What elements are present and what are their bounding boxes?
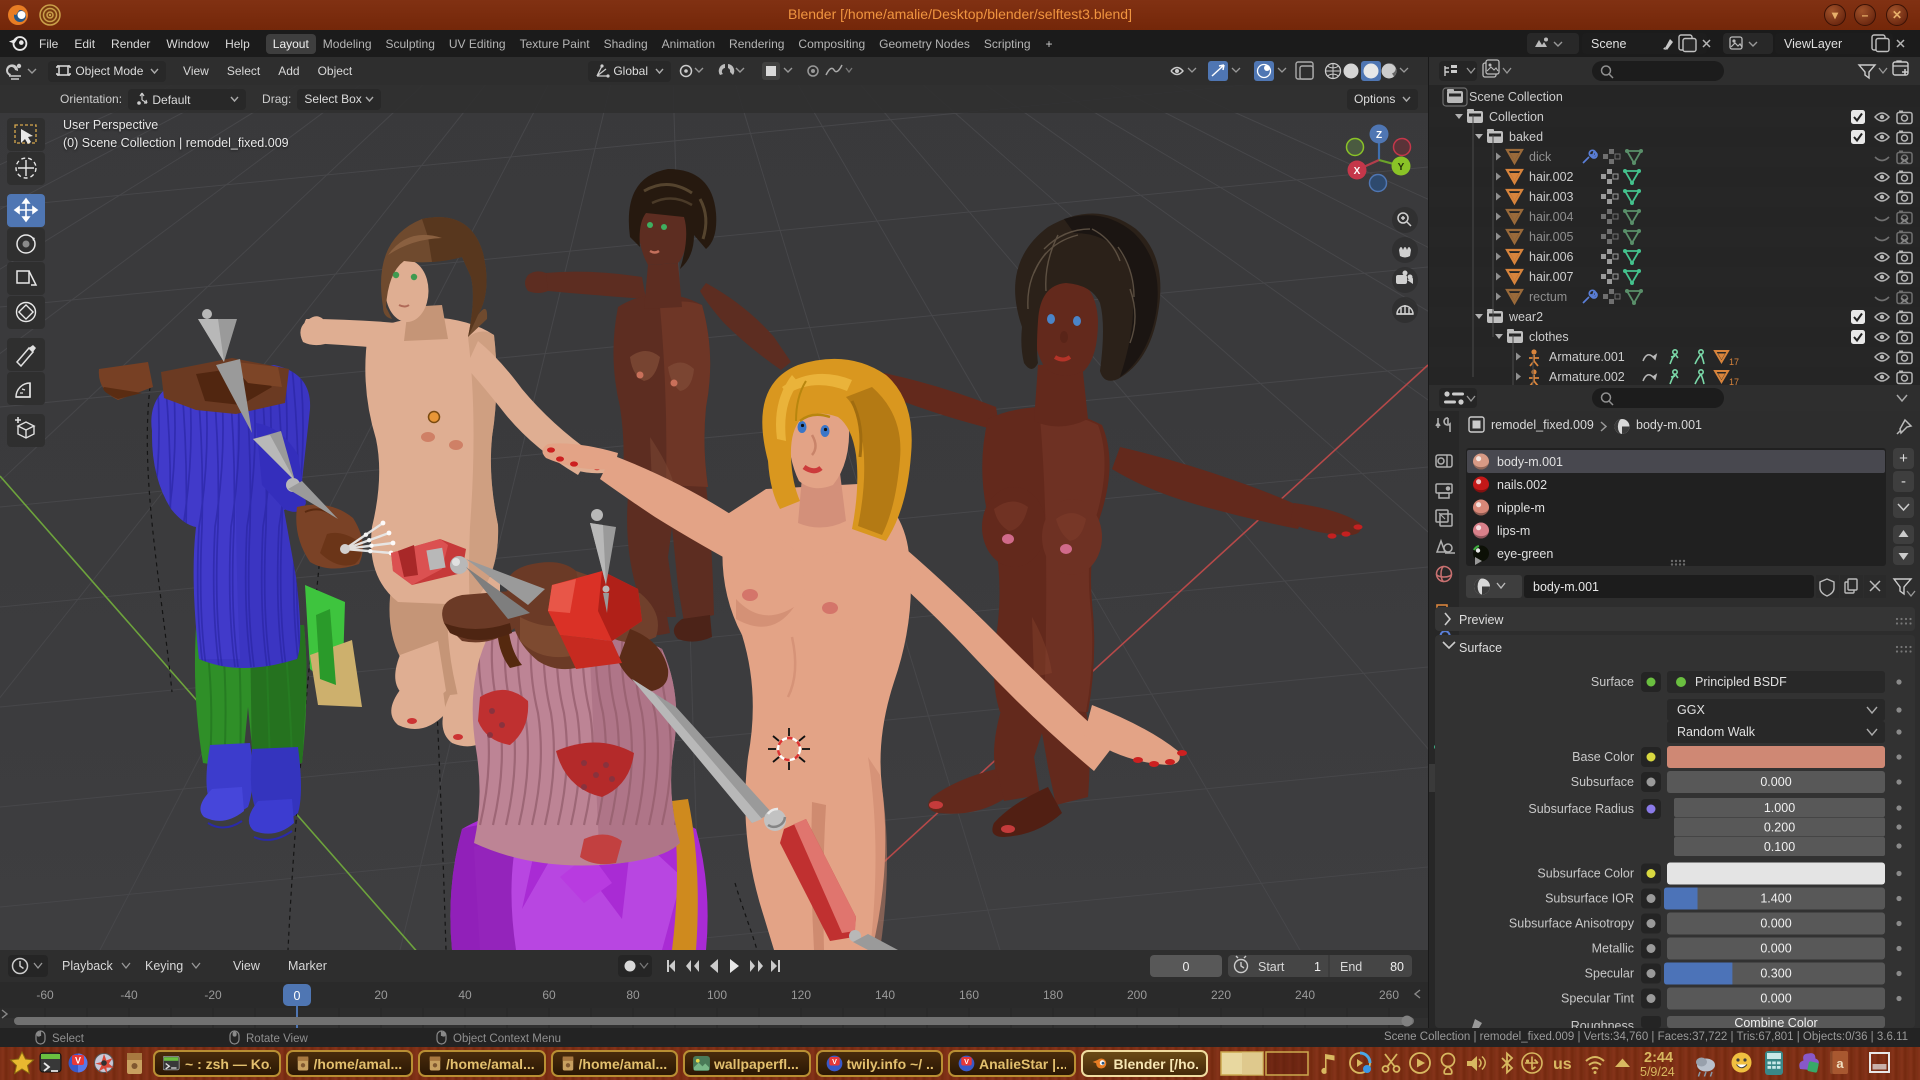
svg-text:220: 220	[1211, 988, 1231, 1002]
svg-text:Start: Start	[1258, 960, 1285, 974]
svg-text:Y: Y	[1398, 162, 1405, 173]
svg-text:baked: baked	[1509, 130, 1543, 144]
svg-text:Subsurface: Subsurface	[1571, 775, 1634, 789]
svg-text:240: 240	[1295, 988, 1315, 1002]
svg-text:Random Walk: Random Walk	[1677, 725, 1756, 739]
svg-text:-40: -40	[120, 988, 138, 1002]
svg-text:40: 40	[458, 988, 472, 1002]
svg-text:Preview: Preview	[1459, 613, 1504, 627]
svg-text:body-m.001: body-m.001	[1636, 418, 1702, 432]
svg-text:Roughness: Roughness	[1571, 1019, 1634, 1028]
svg-text:remodel_fixed.009: remodel_fixed.009	[1491, 418, 1594, 432]
svg-text:Z: Z	[1376, 130, 1382, 141]
svg-text:0.000: 0.000	[1760, 942, 1791, 956]
svg-text:body-m.001: body-m.001	[1533, 580, 1599, 594]
svg-text:hair.006: hair.006	[1529, 250, 1574, 264]
svg-text:120: 120	[791, 988, 811, 1002]
svg-text:-20: -20	[204, 988, 222, 1002]
svg-text:Metallic: Metallic	[1592, 942, 1634, 956]
svg-text:Subsurface IOR: Subsurface IOR	[1545, 892, 1634, 906]
svg-text:0.200: 0.200	[1764, 821, 1795, 835]
svg-text:hair.002: hair.002	[1529, 170, 1574, 184]
svg-text:wear2: wear2	[1508, 310, 1543, 324]
svg-text:0.300: 0.300	[1760, 967, 1791, 981]
svg-text:body-m.001: body-m.001	[1497, 455, 1563, 469]
svg-text:0.000: 0.000	[1760, 917, 1791, 931]
svg-text:0.000: 0.000	[1760, 775, 1791, 789]
svg-text:Subsurface Radius: Subsurface Radius	[1528, 802, 1634, 816]
svg-text:Surface: Surface	[1459, 641, 1502, 655]
svg-text:hair.007: hair.007	[1529, 270, 1574, 284]
svg-text:5/9/24: 5/9/24	[1640, 1065, 1675, 1079]
svg-text:Rotate View: Rotate View	[246, 1033, 308, 1045]
svg-text:180: 180	[1043, 988, 1063, 1002]
svg-text:Keying: Keying	[145, 959, 183, 973]
svg-text:1.000: 1.000	[1764, 801, 1795, 815]
svg-text:Specular Tint: Specular Tint	[1561, 992, 1634, 1006]
svg-text:Armature.001: Armature.001	[1549, 350, 1625, 364]
svg-text:eye-green: eye-green	[1497, 547, 1553, 561]
svg-text:80: 80	[626, 988, 640, 1002]
svg-text:clothes: clothes	[1529, 330, 1569, 344]
svg-text:dick: dick	[1529, 150, 1552, 164]
svg-text:GGX: GGX	[1677, 703, 1705, 717]
svg-text:Specular: Specular	[1585, 967, 1634, 981]
svg-text:Scene: Scene	[1591, 37, 1626, 51]
svg-text:1: 1	[1314, 960, 1321, 974]
svg-text:260: 260	[1379, 988, 1399, 1002]
svg-text:0: 0	[294, 989, 301, 1003]
svg-text:Select: Select	[52, 1033, 85, 1045]
svg-text:hair.003: hair.003	[1529, 190, 1574, 204]
svg-text:Armature.002: Armature.002	[1549, 370, 1625, 384]
svg-text:ViewLayer: ViewLayer	[1784, 37, 1842, 51]
svg-text:17: 17	[1729, 377, 1739, 385]
svg-text:us: us	[1553, 1056, 1572, 1073]
svg-text:nipple-m: nipple-m	[1497, 501, 1545, 515]
svg-text:hair.005: hair.005	[1529, 230, 1574, 244]
svg-text:80: 80	[1390, 960, 1404, 974]
svg-text:hair.004: hair.004	[1529, 210, 1574, 224]
svg-text:Subsurface Color: Subsurface Color	[1537, 867, 1634, 881]
svg-text:lips-m: lips-m	[1497, 524, 1530, 538]
svg-text:Subsurface Anisotropy: Subsurface Anisotropy	[1509, 917, 1635, 931]
svg-text:140: 140	[875, 988, 895, 1002]
svg-text:0.000: 0.000	[1760, 992, 1791, 1006]
svg-text:1.400: 1.400	[1760, 892, 1791, 906]
svg-text:17: 17	[1729, 357, 1739, 367]
svg-text:View: View	[233, 959, 261, 973]
svg-text:V: V	[964, 1057, 969, 1066]
svg-text:-60: -60	[36, 988, 54, 1002]
svg-text:0: 0	[1183, 960, 1190, 974]
svg-text:Base Color: Base Color	[1572, 750, 1634, 764]
svg-text:End: End	[1340, 960, 1362, 974]
svg-text:a: a	[1836, 1056, 1844, 1071]
svg-text:rectum: rectum	[1529, 290, 1567, 304]
svg-text:100: 100	[707, 988, 727, 1002]
svg-text:X: X	[1354, 166, 1361, 177]
svg-text:Object Context Menu: Object Context Menu	[453, 1033, 561, 1045]
svg-text:Surface: Surface	[1591, 675, 1634, 689]
svg-text:+: +	[1899, 450, 1908, 467]
svg-text:Principled BSDF: Principled BSDF	[1695, 675, 1787, 689]
svg-text:Scene Collection: Scene Collection	[1469, 90, 1563, 104]
svg-text:200: 200	[1127, 988, 1147, 1002]
svg-text:20: 20	[374, 988, 388, 1002]
svg-text:Combine Color: Combine Color	[1734, 1016, 1817, 1028]
svg-text:nails.002: nails.002	[1497, 478, 1547, 492]
svg-text:160: 160	[959, 988, 979, 1002]
svg-text:V: V	[75, 1056, 81, 1066]
svg-text:60: 60	[542, 988, 556, 1002]
svg-text:V: V	[832, 1057, 837, 1066]
svg-text:2:44: 2:44	[1644, 1050, 1673, 1066]
svg-text:Marker: Marker	[288, 959, 327, 973]
svg-text:Playback: Playback	[62, 959, 113, 973]
svg-text:-: -	[1901, 473, 1906, 490]
svg-text:0.100: 0.100	[1764, 840, 1795, 854]
svg-text:Collection: Collection	[1489, 110, 1544, 124]
